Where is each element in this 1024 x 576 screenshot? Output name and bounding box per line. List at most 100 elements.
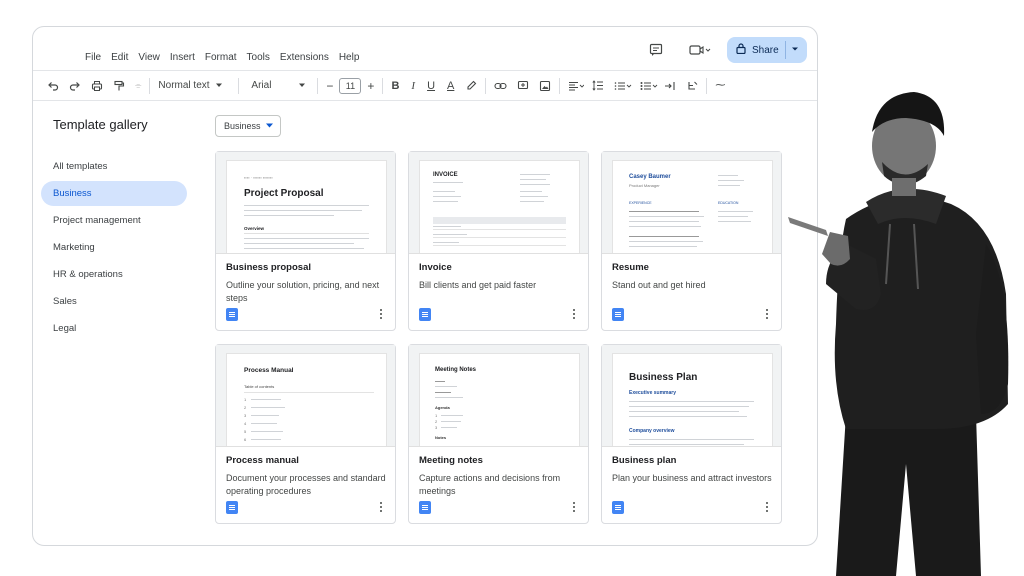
increase-font-size-button[interactable]: + [367, 76, 374, 96]
menu-tools[interactable]: Tools [247, 52, 270, 63]
more-vert-icon[interactable] [380, 502, 383, 513]
italic-icon[interactable]: I [411, 76, 415, 96]
card-title: Resume [612, 262, 649, 273]
more-vert-icon[interactable] [380, 309, 383, 320]
share-label: Share [752, 44, 779, 56]
more-options-icon[interactable]: ⁓ [715, 76, 725, 96]
highlight-icon[interactable] [466, 76, 477, 96]
sidebar-item-hr-operations[interactable]: HR & operations [41, 262, 191, 287]
menu-help[interactable]: Help [339, 52, 360, 63]
meet-icon[interactable] [689, 43, 711, 57]
print-icon[interactable] [91, 76, 103, 96]
menu: File Edit View Insert Format Tools Exten… [85, 52, 369, 63]
insert-image-icon[interactable] [539, 76, 551, 96]
toolbar: ⌯ Normal text Arial − 11 + B I U A ⁓ [33, 70, 817, 101]
filter-value: Business [224, 121, 261, 131]
text-style-dropdown[interactable]: Normal text [158, 76, 230, 96]
thumb-subtitle: Product Manager [629, 183, 660, 188]
more-vert-icon[interactable] [766, 502, 769, 513]
template-thumbnail: Casey Baumer Product Manager EXPERIENCE … [602, 152, 781, 254]
template-thumbnail: Meeting Notes Agenda 1 2 3 Notes [409, 345, 588, 447]
thumb-subtitle: Table of contents [244, 384, 275, 389]
template-card-meeting-notes[interactable]: Meeting Notes Agenda 1 2 3 Notes Meeting… [408, 344, 589, 524]
template-thumbnail: INVOICE [409, 152, 588, 254]
card-description: Outline your solution, pricing, and next… [226, 280, 380, 303]
sidebar-item-business[interactable]: Business [41, 181, 187, 206]
text-color-icon[interactable]: A [447, 76, 454, 96]
card-description: Stand out and get hired [612, 280, 706, 290]
redo-icon[interactable] [69, 76, 81, 96]
chevron-down-icon [215, 83, 222, 87]
spellcheck-icon[interactable]: ⌯ [135, 76, 141, 96]
menu-bar: File Edit View Insert Format Tools Exten… [33, 27, 817, 69]
card-title: Process manual [226, 455, 299, 466]
docs-icon [419, 308, 431, 321]
line-spacing-icon[interactable] [592, 76, 604, 96]
chevron-down-icon[interactable] [791, 45, 799, 56]
card-title: Meeting notes [419, 455, 483, 466]
template-thumbnail: ▪▪▪▪ · ▪▪▪▪▪▪ ▪▪▪▪▪▪▪ Project Proposal O… [216, 152, 395, 254]
docs-icon [612, 501, 624, 514]
menu-view[interactable]: View [138, 52, 160, 63]
docs-icon [419, 501, 431, 514]
card-description: Bill clients and get paid faster [419, 280, 537, 290]
more-vert-icon[interactable] [766, 309, 769, 320]
font-value: Arial [251, 80, 272, 91]
top-right-controls: Share [649, 37, 807, 63]
sidebar-item-project-management[interactable]: Project management [41, 208, 191, 233]
category-filter-dropdown[interactable]: Business [215, 115, 281, 137]
clear-formatting-icon[interactable] [686, 76, 698, 96]
sidebar-item-sales[interactable]: Sales [41, 289, 191, 314]
docs-icon [226, 501, 238, 514]
template-sidebar: Template gallery All templates Business … [41, 117, 191, 343]
menu-extensions[interactable]: Extensions [280, 52, 329, 63]
template-card-process-manual[interactable]: Process Manual Table of contents 1 2 3 4… [215, 344, 396, 524]
more-vert-icon[interactable] [573, 309, 576, 320]
thumb-title: Business Plan [629, 372, 698, 383]
thumb-section: Overview [244, 226, 265, 231]
checklist-icon[interactable] [614, 76, 632, 96]
sidebar-item-legal[interactable]: Legal [41, 316, 191, 341]
menu-edit[interactable]: Edit [111, 52, 128, 63]
thumb-section: EXPERIENCE [629, 201, 652, 205]
menu-insert[interactable]: Insert [170, 52, 195, 63]
sidebar-item-marketing[interactable]: Marketing [41, 235, 191, 260]
card-title: Business plan [612, 455, 677, 466]
link-icon[interactable] [494, 76, 507, 96]
docs-window: File Edit View Insert Format Tools Exten… [32, 26, 818, 546]
align-icon[interactable] [568, 76, 585, 96]
docs-icon [226, 308, 238, 321]
paint-format-icon[interactable] [113, 76, 125, 96]
lock-icon [736, 43, 746, 57]
thumb-title: Casey Baumer [629, 174, 671, 180]
sidebar-title: Template gallery [53, 117, 148, 132]
template-card-business-proposal[interactable]: ▪▪▪▪ · ▪▪▪▪▪▪ ▪▪▪▪▪▪▪ Project Proposal O… [215, 151, 396, 331]
share-button[interactable]: Share [727, 37, 807, 63]
card-description: Document your processes and standard ope… [226, 473, 386, 496]
menu-format[interactable]: Format [205, 52, 237, 63]
card-title: Business proposal [226, 262, 311, 273]
bold-icon[interactable]: B [391, 76, 399, 96]
chevron-down-icon [299, 83, 306, 87]
indent-icon[interactable] [664, 76, 676, 96]
add-comment-icon[interactable] [517, 76, 529, 96]
thumb-title: Project Proposal [244, 188, 324, 199]
template-card-resume[interactable]: Casey Baumer Product Manager EXPERIENCE … [601, 151, 782, 331]
thumb-title: Meeting Notes [435, 367, 477, 373]
thumb-section: Company overview [629, 428, 675, 434]
template-card-business-plan[interactable]: Business Plan Executive summary Company … [601, 344, 782, 524]
font-dropdown[interactable]: Arial [247, 76, 309, 96]
underline-icon[interactable]: U [427, 76, 435, 96]
font-size-input[interactable]: 11 [339, 77, 362, 94]
card-description: Capture actions and decisions from meeti… [419, 473, 561, 496]
more-vert-icon[interactable] [573, 502, 576, 513]
comments-icon[interactable] [649, 43, 663, 57]
sidebar-item-all-templates[interactable]: All templates [41, 154, 191, 179]
template-card-invoice[interactable]: INVOICE Invoice Bill clients and get pai… [408, 151, 589, 331]
bulleted-list-icon[interactable] [640, 76, 658, 96]
undo-icon[interactable] [47, 76, 59, 96]
template-thumbnail: Business Plan Executive summary Company … [602, 345, 781, 447]
card-title: Invoice [419, 262, 452, 273]
decrease-font-size-button[interactable]: − [326, 76, 333, 96]
menu-file[interactable]: File [85, 52, 101, 63]
